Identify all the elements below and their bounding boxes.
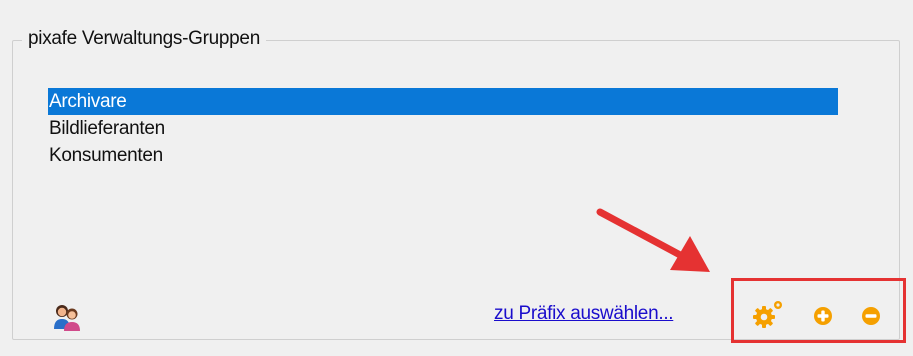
annotation-highlight-box xyxy=(731,278,906,343)
list-item-konsumenten[interactable]: Konsumenten xyxy=(48,142,838,169)
people-icon xyxy=(54,305,80,331)
groupbox-title: pixafe Verwaltungs-Gruppen xyxy=(22,28,266,50)
groups-listbox[interactable]: Archivare Bildlieferanten Konsumenten xyxy=(48,88,838,169)
select-prefix-link[interactable]: zu Präfix auswählen... xyxy=(494,303,674,325)
list-item-bildlieferanten[interactable]: Bildlieferanten xyxy=(48,115,838,142)
annotation-arrow xyxy=(596,208,710,272)
list-item-archivare[interactable]: Archivare xyxy=(48,88,838,115)
